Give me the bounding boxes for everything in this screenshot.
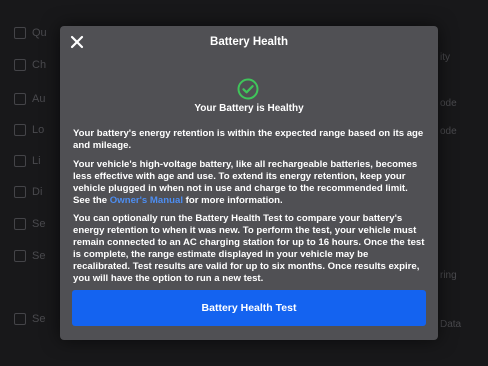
bg-right-text: ode	[440, 98, 457, 109]
bg-menu-item: Qu	[14, 27, 47, 40]
retention-paragraph: Your battery's energy retention is withi…	[73, 128, 424, 151]
bg-right-text: ring	[440, 270, 457, 281]
battery-info-paragraph: Your vehicle's high-voltage battery, lik…	[73, 159, 427, 207]
bg-menu-icon	[14, 27, 26, 40]
wrench-icon	[14, 313, 26, 326]
bg-menu-item: Se	[14, 313, 45, 326]
bg-menu-item: Se	[14, 250, 45, 263]
bg-menu-icon	[14, 155, 26, 168]
dialog-title: Battery Health	[210, 36, 288, 48]
bg-menu-item: Au	[14, 93, 45, 106]
battery-health-test-button[interactable]: Battery Health Test	[72, 290, 426, 326]
owners-manual-link[interactable]: Owner's Manual	[110, 195, 183, 206]
bg-menu-item: Ch	[14, 59, 46, 72]
bg-menu-item: Li	[14, 155, 41, 168]
health-test-paragraph: You can optionally run the Battery Healt…	[73, 213, 425, 284]
battery-health-dialog: Battery Health Your Battery is Healthy Y…	[60, 26, 438, 340]
battery-status-title: Your Battery is Healthy	[194, 103, 304, 114]
bg-menu-item: Lo	[14, 124, 44, 137]
bg-right-text: ode	[440, 126, 457, 137]
bg-menu-icon	[14, 250, 26, 263]
screen: Qu Ch Au Lo Li Di Se Se Se ity ode ode r…	[0, 0, 488, 366]
bg-menu-icon	[14, 186, 26, 199]
bg-menu-icon	[14, 124, 26, 137]
dialog-header: Battery Health	[60, 26, 438, 60]
battery-info-text-end: for more information.	[182, 195, 283, 206]
bg-right-text: ity	[440, 52, 450, 63]
bg-menu-icon	[14, 93, 26, 106]
bg-right-text: Data	[440, 319, 462, 330]
bg-menu-item: Di	[14, 186, 42, 199]
bg-menu-icon	[14, 218, 26, 231]
bg-menu-item: Se	[14, 218, 45, 231]
bg-menu-icon	[14, 59, 26, 72]
check-circle-icon	[237, 78, 259, 100]
